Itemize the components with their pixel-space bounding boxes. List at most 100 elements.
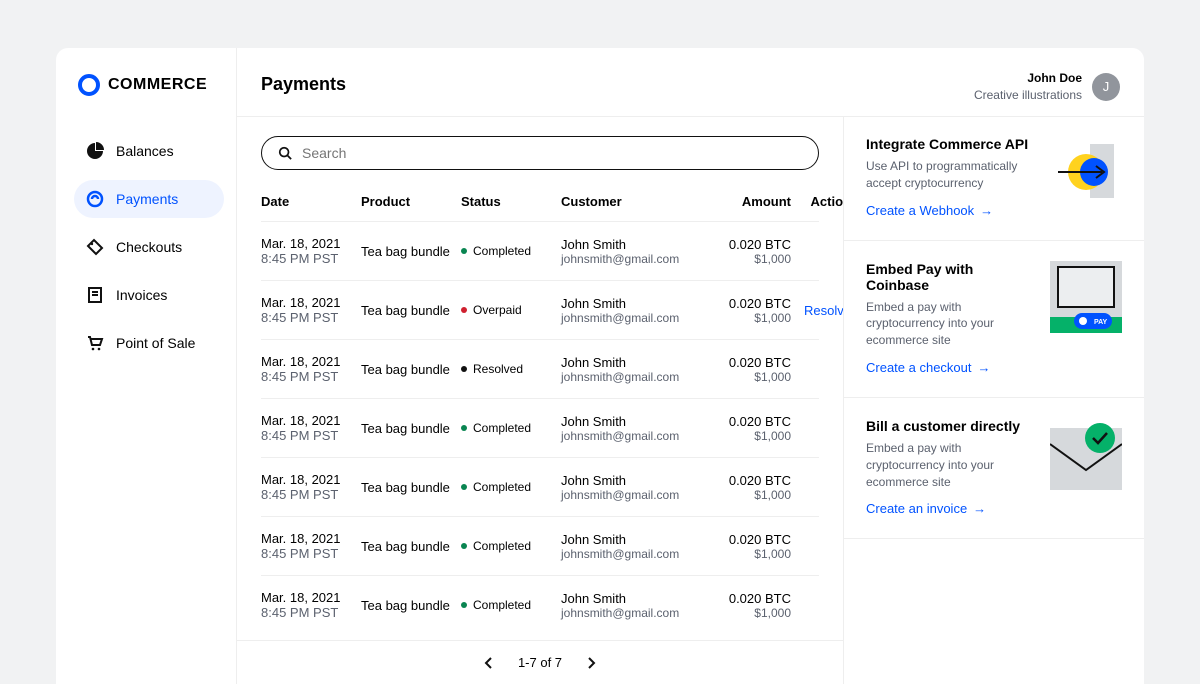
brand-logo-text: COMMERCE <box>108 76 207 94</box>
cell-product: Tea bag bundle <box>361 362 461 377</box>
cell-product: Tea bag bundle <box>361 303 461 318</box>
cell-amount: 0.020 BTC$1,000 <box>701 532 791 561</box>
status-dot-icon <box>461 484 467 490</box>
search-container <box>261 136 819 170</box>
cell-product: Tea bag bundle <box>361 244 461 259</box>
sidebar-item-checkouts[interactable]: Checkouts <box>74 228 224 266</box>
cell-customer: John Smithjohnsmith@gmail.com <box>561 355 701 384</box>
status-dot-icon <box>461 543 467 549</box>
table-row[interactable]: Mar. 18, 20218:45 PM PST Tea bag bundle … <box>261 340 819 399</box>
status-dot-icon <box>461 602 467 608</box>
page-next-button[interactable] <box>586 657 596 669</box>
cell-customer: John Smithjohnsmith@gmail.com <box>561 473 701 502</box>
nav-label: Checkouts <box>116 239 182 255</box>
cell-date: Mar. 18, 20218:45 PM PST <box>261 590 361 620</box>
nav-label: Point of Sale <box>116 335 195 351</box>
status-dot-icon <box>461 248 467 254</box>
user-menu[interactable]: John Doe Creative illustrations J <box>974 70 1120 104</box>
page-header: Payments John Doe Creative illustrations… <box>236 48 1144 117</box>
table-header: Date Product Status Customer Amount Acti… <box>261 182 819 222</box>
search-icon <box>278 146 292 160</box>
cell-date: Mar. 18, 20218:45 PM PST <box>261 295 361 325</box>
avatar[interactable]: J <box>1092 73 1120 101</box>
sidebar-item-payments[interactable]: Payments <box>74 180 224 218</box>
table-row[interactable]: Mar. 18, 20218:45 PM PST Tea bag bundle … <box>261 517 819 576</box>
card-desc: Use API to programmatically accept crypt… <box>866 158 1038 192</box>
cell-date: Mar. 18, 20218:45 PM PST <box>261 472 361 502</box>
cell-status: Completed <box>461 244 561 258</box>
brand-logo-icon <box>78 74 100 96</box>
cell-amount: 0.020 BTC$1,000 <box>701 591 791 620</box>
cell-date: Mar. 18, 20218:45 PM PST <box>261 413 361 443</box>
payments-table: Date Product Status Customer Amount Acti… <box>237 182 843 640</box>
col-amount: Amount <box>701 194 791 209</box>
arrow-right-icon: → <box>973 501 986 516</box>
status-dot-icon <box>461 366 467 372</box>
nav-label: Payments <box>116 191 178 207</box>
cell-status: Completed <box>461 539 561 553</box>
status-dot-icon <box>461 425 467 431</box>
page-title: Payments <box>261 74 346 95</box>
create-webhook-link[interactable]: Create a Webhook → <box>866 203 993 218</box>
search-input[interactable] <box>302 145 802 161</box>
cell-amount: 0.020 BTC$1,000 <box>701 296 791 325</box>
api-illustration-icon <box>1050 136 1122 208</box>
col-status: Status <box>461 194 561 209</box>
create-invoice-link[interactable]: Create an invoice → <box>866 501 986 516</box>
table-row[interactable]: Mar. 18, 20218:45 PM PST Tea bag bundle … <box>261 458 819 517</box>
sidebar-item-balances[interactable]: Balances <box>74 132 224 170</box>
nav-label: Balances <box>116 143 174 159</box>
cell-amount: 0.020 BTC$1,000 <box>701 414 791 443</box>
receipt-icon <box>86 286 104 304</box>
pie-chart-icon <box>86 142 104 160</box>
card-api: Integrate Commerce API Use API to progra… <box>844 116 1144 241</box>
nav-label: Invoices <box>116 287 167 303</box>
cell-status: Completed <box>461 421 561 435</box>
cell-amount: 0.020 BTC$1,000 <box>701 473 791 502</box>
table-row[interactable]: Mar. 18, 20218:45 PM PST Tea bag bundle … <box>261 576 819 634</box>
arrow-right-icon: → <box>978 360 991 375</box>
col-product: Product <box>361 194 461 209</box>
cell-product: Tea bag bundle <box>361 598 461 613</box>
brand-logo[interactable]: COMMERCE <box>78 74 224 96</box>
table-row[interactable]: Mar. 18, 20218:45 PM PST Tea bag bundle … <box>261 281 819 340</box>
cart-icon <box>86 334 104 352</box>
coin-icon <box>86 190 104 208</box>
card-bill: Bill a customer directly Embed a pay wit… <box>844 398 1144 539</box>
user-info: John Doe Creative illustrations <box>974 70 1082 104</box>
user-subtitle: Creative illustrations <box>974 87 1082 104</box>
resolve-action-link[interactable]: Resolve <box>791 303 843 318</box>
cell-product: Tea bag bundle <box>361 480 461 495</box>
cell-date: Mar. 18, 20218:45 PM PST <box>261 354 361 384</box>
cell-customer: John Smithjohnsmith@gmail.com <box>561 532 701 561</box>
cell-customer: John Smithjohnsmith@gmail.com <box>561 237 701 266</box>
cell-status: Overpaid <box>461 303 561 317</box>
cell-amount: 0.020 BTC$1,000 <box>701 355 791 384</box>
embed-illustration-icon: PAY <box>1050 261 1122 333</box>
table-row[interactable]: Mar. 18, 20218:45 PM PST Tea bag bundle … <box>261 222 819 281</box>
sidebar-item-invoices[interactable]: Invoices <box>74 276 224 314</box>
table-row[interactable]: Mar. 18, 20218:45 PM PST Tea bag bundle … <box>261 399 819 458</box>
create-checkout-link[interactable]: Create a checkout → <box>866 360 991 375</box>
card-title: Integrate Commerce API <box>866 136 1038 152</box>
sidebar: COMMERCE Balances Payments Checkouts Inv… <box>56 48 236 684</box>
user-name: John Doe <box>974 70 1082 87</box>
cell-product: Tea bag bundle <box>361 421 461 436</box>
status-dot-icon <box>461 307 467 313</box>
cell-customer: John Smithjohnsmith@gmail.com <box>561 414 701 443</box>
card-title: Bill a customer directly <box>866 418 1038 434</box>
sidebar-item-pos[interactable]: Point of Sale <box>74 324 224 362</box>
page-prev-button[interactable] <box>484 657 494 669</box>
col-action: Action <box>791 194 843 209</box>
invoice-illustration-icon <box>1050 418 1122 490</box>
card-title: Embed Pay with Coinbase <box>866 261 1038 293</box>
col-customer: Customer <box>561 194 701 209</box>
main-content: Payments John Doe Creative illustrations… <box>236 48 844 684</box>
cell-status: Resolved <box>461 362 561 376</box>
cell-status: Completed <box>461 598 561 612</box>
svg-text:PAY: PAY <box>1094 319 1108 326</box>
cell-date: Mar. 18, 20218:45 PM PST <box>261 236 361 266</box>
col-date: Date <box>261 194 361 209</box>
cell-product: Tea bag bundle <box>361 539 461 554</box>
card-embed: Embed Pay with Coinbase Embed a pay with… <box>844 241 1144 398</box>
